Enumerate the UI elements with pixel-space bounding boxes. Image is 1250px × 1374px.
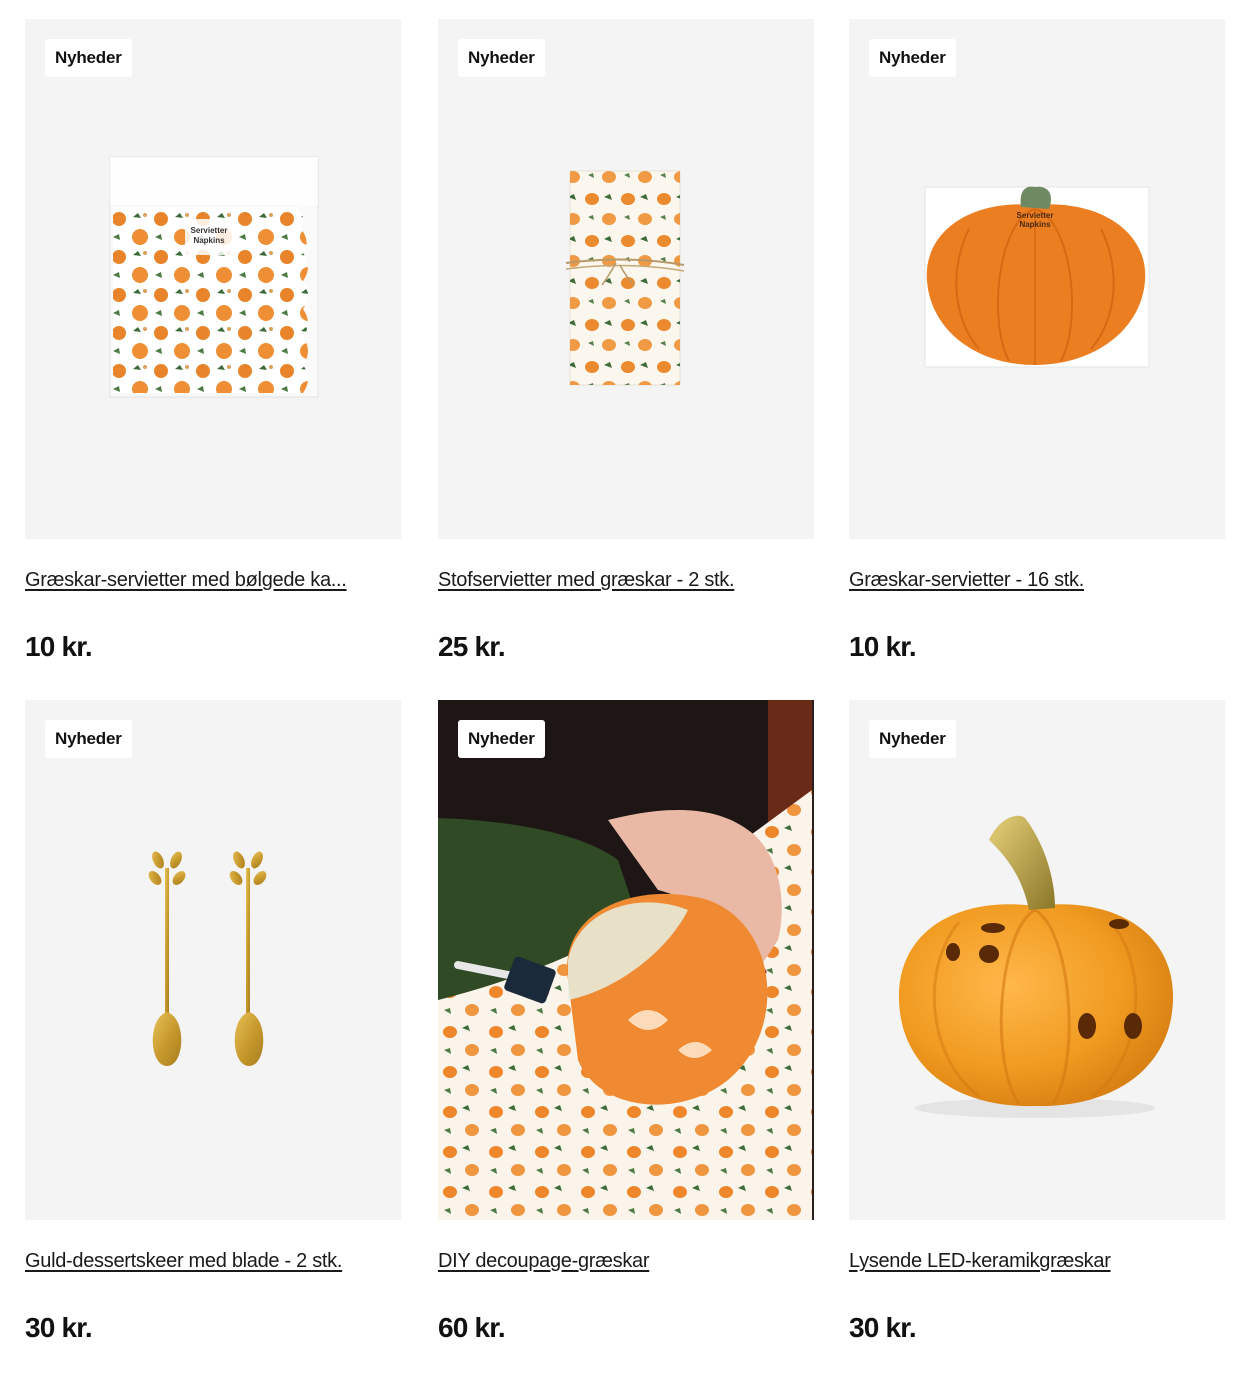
product-image[interactable]: Nyheder <box>849 700 1225 1220</box>
new-badge: Nyheder <box>45 720 132 758</box>
product-image[interactable]: Nyheder Servietter Napkins <box>25 19 401 539</box>
product-title-link[interactable]: Græskar-servietter - 16 stk. <box>849 567 1225 593</box>
pack-label-2: Napkins <box>193 236 225 245</box>
product-price: 60 kr. <box>438 1312 506 1343</box>
new-badge: Nyheder <box>45 39 132 77</box>
product-image[interactable]: Nyheder <box>25 700 401 1220</box>
pumpkin-shaped-napkins-image: Servietter Napkins <box>924 186 1150 368</box>
spoon-left <box>148 851 186 1066</box>
gold-leaf-spoons-image <box>148 851 267 1066</box>
new-badge: Nyheder <box>458 720 545 758</box>
new-badge: Nyheder <box>458 39 545 77</box>
product-image[interactable]: Nyheder Servietter Napkins <box>849 19 1225 539</box>
product-title-link[interactable]: Stofservietter med græskar - 2 stk. <box>438 567 814 593</box>
product-title-link[interactable]: DIY decoupage-græskar <box>438 1248 814 1274</box>
cloth-napkins-tied-image <box>565 170 685 386</box>
pack-label-2: Napkins <box>1019 220 1051 229</box>
new-badge: Nyheder <box>869 39 956 77</box>
pack-label-1: Servietter <box>191 226 228 235</box>
product-price: 30 kr. <box>849 1312 917 1343</box>
product-image[interactable]: Nyheder <box>438 19 814 539</box>
pack-label-1: Servietter <box>1017 211 1054 220</box>
spoon-right <box>229 851 267 1066</box>
product-title-link[interactable]: Græskar-servietter med bølgede ka... <box>25 567 401 593</box>
product-price: 30 kr. <box>25 1312 93 1343</box>
product-title-link[interactable]: Guld-dessertskeer med blade - 2 stk. <box>25 1248 401 1274</box>
product-image[interactable]: Nyheder <box>438 700 814 1220</box>
decoupage-pumpkin-photo-image <box>438 700 812 1220</box>
product-price: 25 kr. <box>438 631 506 662</box>
product-price: 10 kr. <box>849 631 917 662</box>
ceramic-led-pumpkin-image <box>898 815 1174 1118</box>
napkins-wavy-edge-pack-image: Servietter Napkins <box>109 156 319 398</box>
product-title-link[interactable]: Lysende LED-keramikgræskar <box>849 1248 1225 1274</box>
product-price: 10 kr. <box>25 631 93 662</box>
new-badge: Nyheder <box>869 720 956 758</box>
